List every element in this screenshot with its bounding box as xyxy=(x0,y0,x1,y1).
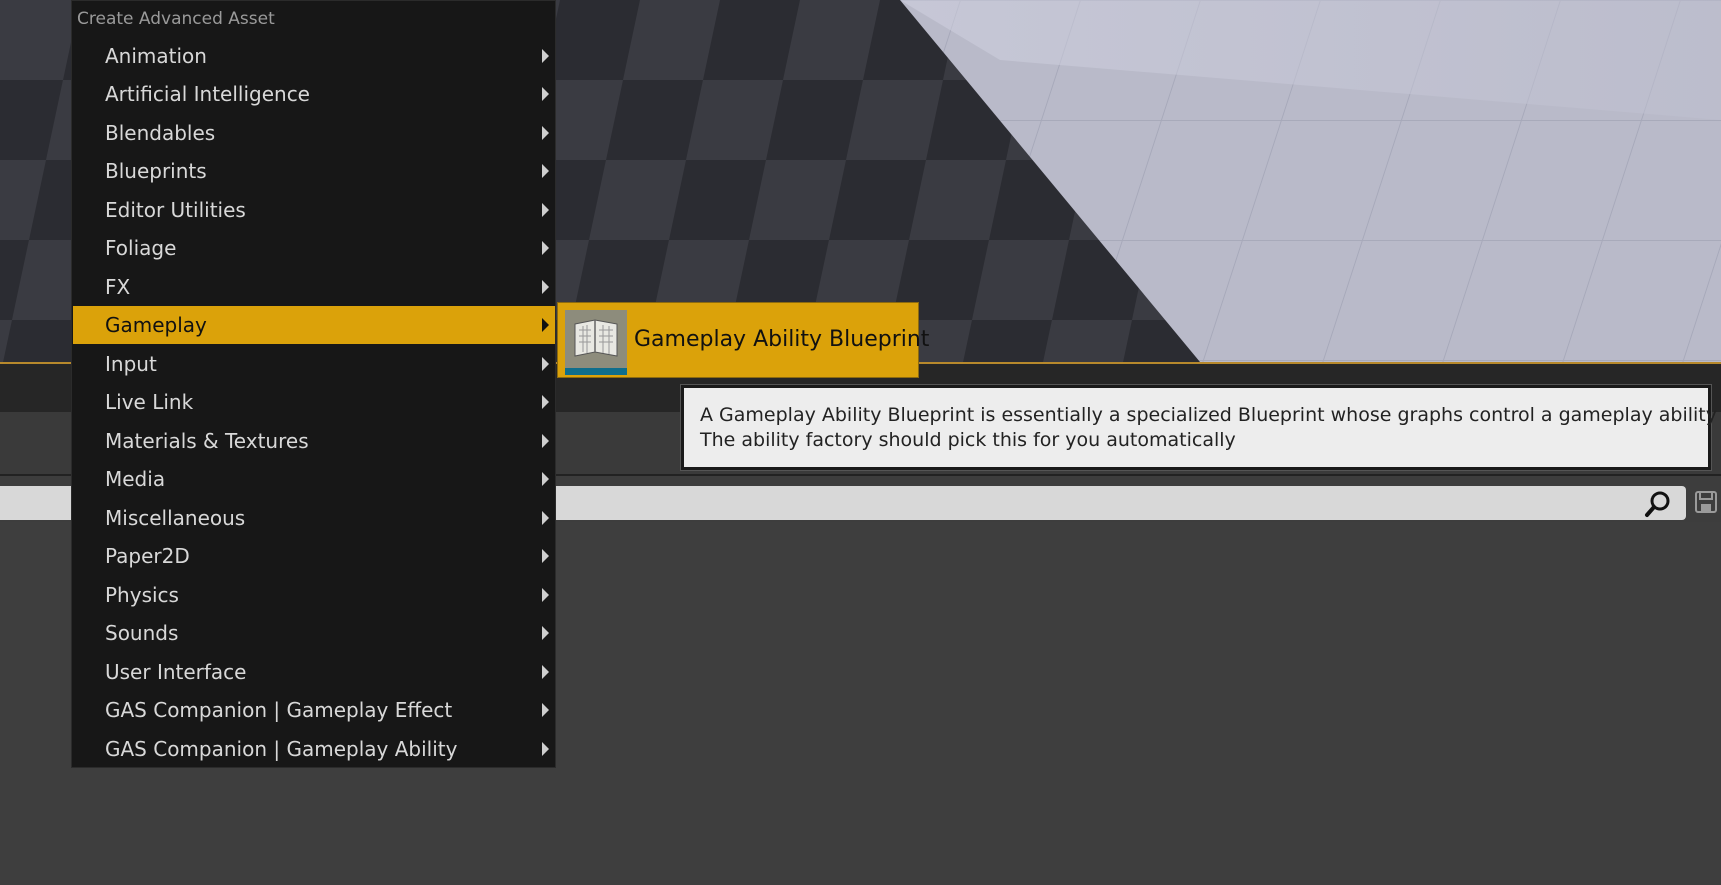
menu-item-blendables[interactable]: Blendables xyxy=(73,114,555,152)
create-advanced-asset-menu: Create Advanced Asset Animation Artifici… xyxy=(71,0,556,768)
menu-item-editor-utilities[interactable]: Editor Utilities xyxy=(73,191,555,229)
menu-item-label: Live Link xyxy=(105,390,194,414)
menu-item-gameplay[interactable]: Gameplay xyxy=(73,306,555,344)
submenu-arrow-icon xyxy=(542,318,549,332)
menu-item-label: Gameplay xyxy=(105,313,207,337)
gameplay-submenu-item-gameplay-ability-blueprint[interactable]: Gameplay Ability Blueprint xyxy=(557,302,929,378)
menu-item-artificial-intelligence[interactable]: Artificial Intelligence xyxy=(73,75,555,113)
menu-item-physics[interactable]: Physics xyxy=(73,576,555,614)
menu-item-label: Sounds xyxy=(105,621,179,645)
menu-item-paper2d[interactable]: Paper2D xyxy=(73,537,555,575)
tooltip-note: The ability factory should pick this for… xyxy=(700,429,1236,451)
blueprint-asset-icon xyxy=(565,310,627,375)
menu-item-label: FX xyxy=(105,275,131,299)
submenu-arrow-icon xyxy=(542,511,549,525)
menu-item-input[interactable]: Input xyxy=(73,345,555,383)
menu-item-label: User Interface xyxy=(105,660,247,684)
menu-item-label: Input xyxy=(105,352,157,376)
menu-item-label: GAS Companion | Gameplay Ability xyxy=(105,737,458,761)
menu-item-sounds[interactable]: Sounds xyxy=(73,614,555,652)
menu-item-label: Artificial Intelligence xyxy=(105,82,310,106)
menu-heading: Create Advanced Asset xyxy=(77,9,275,29)
submenu-arrow-icon xyxy=(542,434,549,448)
submenu-arrow-icon xyxy=(542,703,549,717)
menu-item-gas-companion-gameplay-ability[interactable]: GAS Companion | Gameplay Ability xyxy=(73,730,555,768)
menu-item-label: Materials & Textures xyxy=(105,429,309,453)
submenu-arrow-icon xyxy=(542,164,549,178)
save-icon[interactable] xyxy=(1693,489,1719,515)
submenu-arrow-icon xyxy=(542,280,549,294)
submenu-arrow-icon xyxy=(542,241,549,255)
menu-item-materials-textures[interactable]: Materials & Textures xyxy=(73,422,555,460)
submenu-arrow-icon xyxy=(542,665,549,679)
submenu-arrow-icon xyxy=(542,126,549,140)
menu-item-label: Physics xyxy=(105,583,179,607)
menu-item-foliage[interactable]: Foliage xyxy=(73,229,555,267)
submenu-arrow-icon xyxy=(542,742,549,756)
menu-item-media[interactable]: Media xyxy=(73,460,555,498)
submenu-arrow-icon xyxy=(542,357,549,371)
submenu-arrow-icon xyxy=(542,49,549,63)
submenu-arrow-icon xyxy=(542,549,549,563)
menu-item-fx[interactable]: FX xyxy=(73,268,555,306)
menu-item-label: Miscellaneous xyxy=(105,506,246,530)
submenu-arrow-icon xyxy=(542,588,549,602)
menu-item-gas-companion-gameplay-effect[interactable]: GAS Companion | Gameplay Effect xyxy=(73,691,555,729)
submenu-arrow-icon xyxy=(542,203,549,217)
asset-tooltip: A Gameplay Ability Blueprint is essentia… xyxy=(681,385,1717,470)
menu-item-label: Paper2D xyxy=(105,544,190,568)
menu-item-animation[interactable]: Animation xyxy=(73,37,555,75)
menu-item-label: Editor Utilities xyxy=(105,198,246,222)
menu-item-miscellaneous[interactable]: Miscellaneous xyxy=(73,499,555,537)
submenu-arrow-icon xyxy=(542,395,549,409)
menu-item-label: Animation xyxy=(105,44,207,68)
menu-item-label: Foliage xyxy=(105,236,177,260)
submenu-arrow-icon xyxy=(542,626,549,640)
menu-item-user-interface[interactable]: User Interface xyxy=(73,653,555,691)
menu-item-blueprints[interactable]: Blueprints xyxy=(73,152,555,190)
submenu-arrow-icon xyxy=(542,472,549,486)
menu-item-label: Blueprints xyxy=(105,159,207,183)
tooltip-description: A Gameplay Ability Blueprint is essentia… xyxy=(700,404,1717,426)
menu-item-label: Media xyxy=(105,467,166,491)
submenu-arrow-icon xyxy=(542,87,549,101)
menu-item-live-link[interactable]: Live Link xyxy=(73,383,555,421)
submenu-item-label: Gameplay Ability Blueprint xyxy=(634,327,930,352)
search-icon[interactable] xyxy=(1643,489,1673,519)
menu-item-label: Blendables xyxy=(105,121,216,145)
menu-item-label: GAS Companion | Gameplay Effect xyxy=(105,698,453,722)
